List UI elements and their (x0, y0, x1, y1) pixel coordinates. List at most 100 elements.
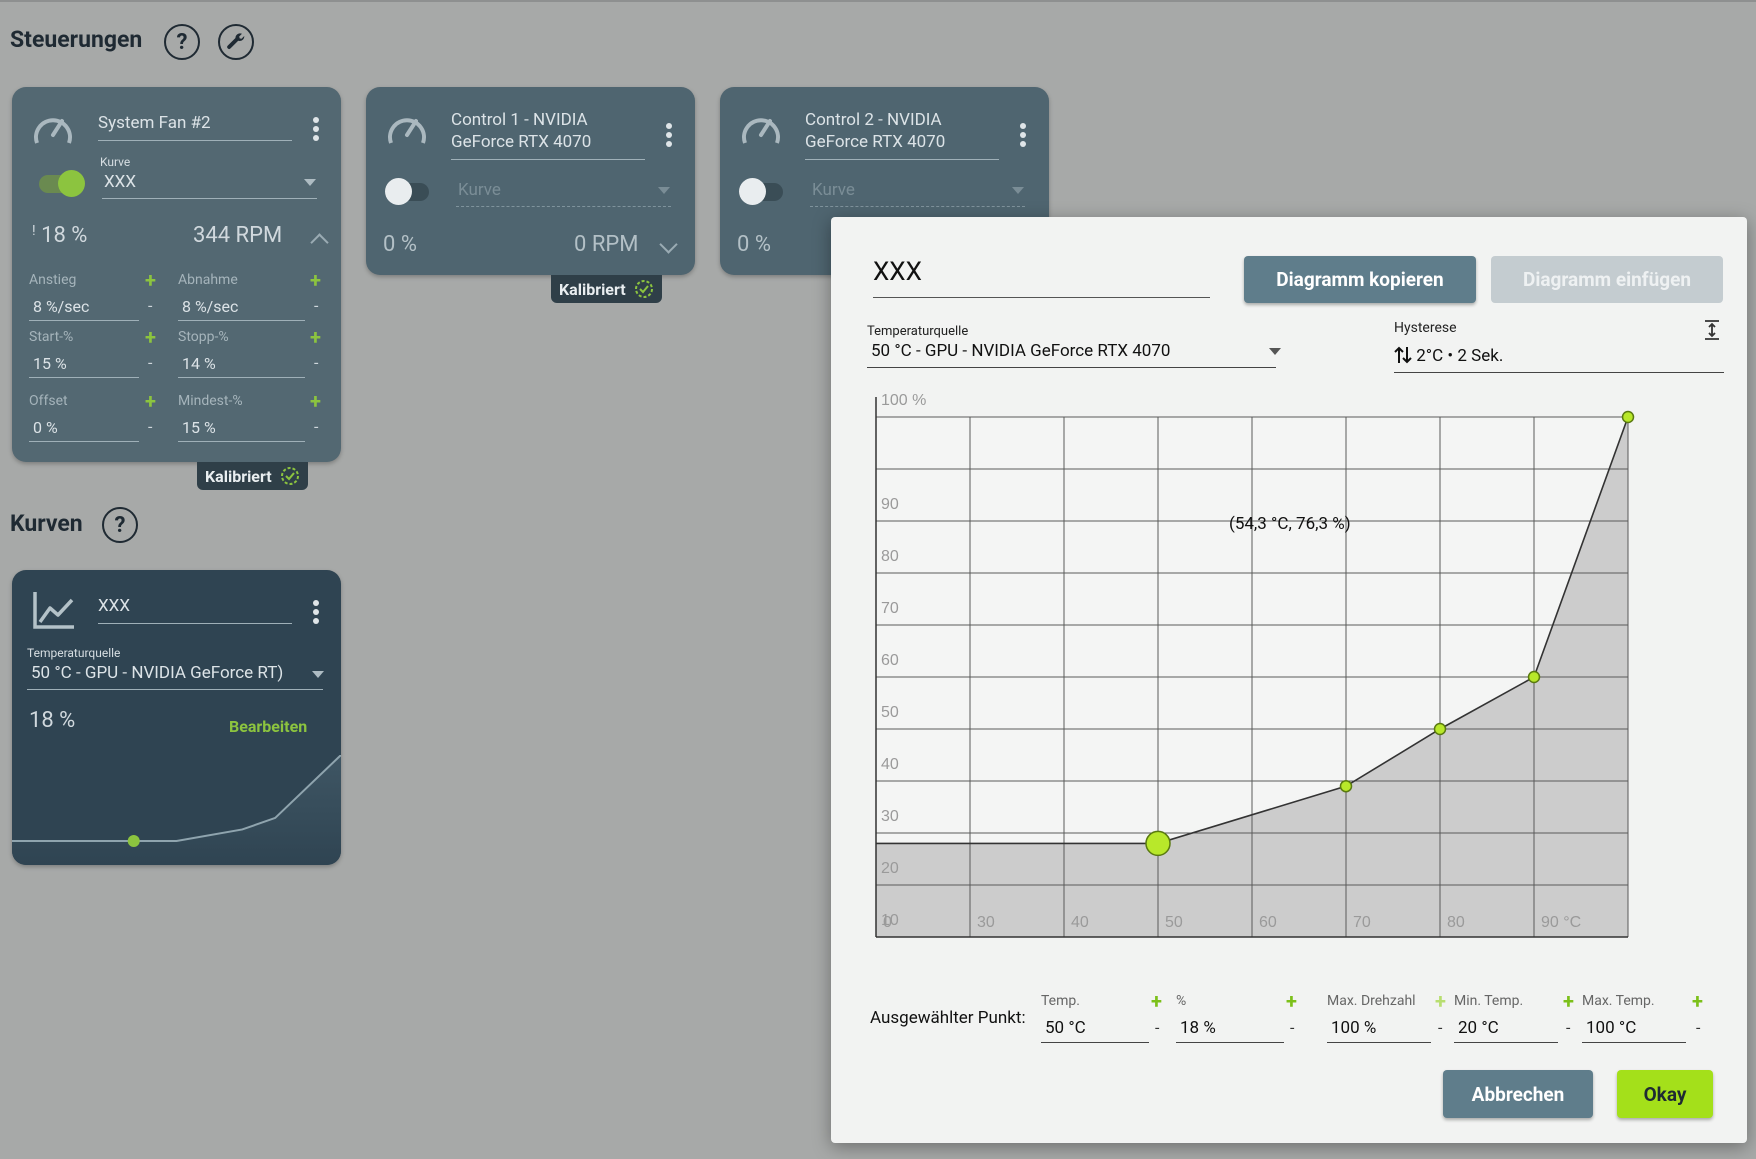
increase-stopp-button[interactable]: + (310, 325, 321, 349)
curve-point[interactable] (1433, 722, 1447, 736)
control-enable-toggle[interactable] (39, 170, 85, 197)
stopp-percent-value: 14 % (182, 354, 216, 373)
x-tick-label: 50 (1165, 914, 1183, 931)
okay-button[interactable]: Okay (1617, 1070, 1713, 1118)
decrease-point-temp-button[interactable]: - (1155, 1018, 1159, 1037)
warning-indicator: ! (32, 223, 36, 239)
increase-point-temp-button[interactable]: + (1151, 989, 1162, 1013)
point-temp-field[interactable]: 50 °C (1041, 1018, 1149, 1043)
curve-point[interactable] (1621, 410, 1635, 424)
rpm-readout: 0 RPM (574, 232, 639, 257)
curve-point[interactable] (1527, 670, 1541, 684)
increase-anstieg-button[interactable]: + (145, 268, 156, 292)
offset-value: 0 % (33, 418, 58, 437)
param-label-stopp: Stopp-% (178, 329, 229, 345)
control-name-input[interactable]: Control 1 - NVIDIA GeForce RTX 4070 (451, 109, 645, 160)
curve-select[interactable]: Kurve (810, 180, 1025, 207)
increase-abnahme-button[interactable]: + (310, 268, 321, 292)
copy-chart-button[interactable]: Diagramm kopieren (1244, 256, 1476, 303)
curve-name-input[interactable]: XXX (873, 257, 1210, 298)
abnahme-field[interactable]: 8 %/sec (178, 297, 305, 321)
fan-curve-chart[interactable]: 102030405060708090100 %0 30 40 50 60 70 80 90 °… (861, 383, 1731, 993)
cancel-button[interactable]: Abbrechen (1443, 1070, 1593, 1118)
expand-chevron-icon[interactable] (659, 235, 678, 254)
wrench-icon (227, 33, 245, 49)
controls-settings-wrench-icon[interactable] (218, 24, 254, 60)
dropdown-caret-icon (658, 187, 670, 194)
hysteresis-field[interactable]: 2°C • 2 Sek. (1394, 345, 1724, 373)
point-temp-value: 50 °C (1045, 1018, 1086, 1038)
offset-field[interactable]: 0 % (29, 418, 139, 442)
increase-min-temp-button[interactable]: + (1563, 989, 1574, 1013)
control-enable-toggle[interactable] (385, 178, 429, 205)
dropdown-caret-icon (312, 671, 324, 678)
toggle-knob (58, 170, 85, 197)
point-percent-field[interactable]: 18 % (1176, 1018, 1284, 1043)
more-options-icon[interactable] (313, 117, 319, 144)
x-tick-label: 0 (883, 914, 892, 931)
temperature-source-select[interactable]: 50 °C - GPU - NVIDIA GeForce RTX 4070 (867, 341, 1276, 368)
curve-select[interactable]: XXX (102, 172, 317, 199)
decrease-start-button[interactable]: - (148, 353, 152, 372)
anstieg-field[interactable]: 8 %/sec (29, 297, 139, 321)
mindest-percent-field[interactable]: 15 % (178, 418, 305, 442)
check-circle-icon (634, 280, 653, 298)
decrease-min-temp-button[interactable]: - (1566, 1018, 1570, 1037)
edit-curve-link[interactable]: Bearbeiten (229, 717, 307, 736)
increase-mindest-button[interactable]: + (310, 389, 321, 413)
paste-chart-button[interactable]: Diagramm einfügen (1491, 256, 1723, 303)
expand-vertical-icon[interactable] (1703, 319, 1721, 341)
x-tick-label: 40 (1071, 914, 1089, 931)
collapse-chevron-icon[interactable] (310, 233, 329, 252)
selected-curve-point[interactable] (1145, 830, 1171, 857)
control-enable-toggle[interactable] (739, 178, 783, 205)
temperature-source-select[interactable]: 50 °C - GPU - NVIDIA GeForce RT) (27, 663, 323, 690)
param-label-abnahme: Abnahme (178, 272, 238, 288)
min-temp-field[interactable]: 20 °C (1454, 1018, 1558, 1043)
start-percent-field[interactable]: 15 % (29, 354, 139, 378)
max-temp-field[interactable]: 100 °C (1582, 1018, 1686, 1043)
max-speed-field[interactable]: 100 % (1327, 1018, 1431, 1043)
decrease-stopp-button[interactable]: - (314, 353, 318, 372)
mindest-percent-value: 15 % (182, 418, 216, 437)
more-options-icon[interactable] (666, 123, 672, 150)
curve-point[interactable] (1339, 779, 1353, 793)
decrease-anstieg-button[interactable]: - (148, 296, 152, 315)
increase-max-speed-button[interactable]: + (1435, 989, 1446, 1013)
decrease-max-temp-button[interactable]: - (1696, 1018, 1700, 1037)
increase-start-button[interactable]: + (145, 325, 156, 349)
decrease-mindest-button[interactable]: - (314, 417, 318, 436)
calibrated-badge-label: Kalibriert (205, 466, 272, 486)
temperature-source-label: Temperaturquelle (27, 646, 121, 660)
dropdown-caret-icon (1012, 187, 1024, 194)
param-label-offset: Offset (29, 393, 68, 409)
curve-name-input[interactable]: XXX (98, 595, 292, 624)
control-name-input[interactable]: Control 2 - NVIDIA GeForce RTX 4070 (805, 109, 999, 160)
x-tick-label: 60 (1259, 914, 1277, 931)
cursor-coordinate-readout: (54,3 °C, 76,3 %) (1229, 514, 1351, 534)
more-options-icon[interactable] (1020, 123, 1026, 150)
curves-help-icon[interactable]: ? (102, 507, 138, 543)
point-temp-label: Temp. (1041, 993, 1080, 1009)
decrease-abnahme-button[interactable]: - (314, 296, 318, 315)
y-tick-label: 80 (881, 548, 899, 565)
increase-max-temp-button[interactable]: + (1692, 989, 1703, 1013)
increase-point-percent-button[interactable]: + (1286, 989, 1297, 1013)
decrease-max-speed-button[interactable]: - (1438, 1018, 1442, 1037)
dropdown-caret-icon (1269, 348, 1281, 355)
stopp-percent-field[interactable]: 14 % (178, 354, 305, 378)
control-name-input[interactable]: System Fan #2 (98, 112, 292, 141)
increase-offset-button[interactable]: + (145, 389, 156, 413)
speedometer-icon (34, 118, 72, 144)
window-top-border (0, 0, 1756, 2)
decrease-point-percent-button[interactable]: - (1290, 1018, 1294, 1037)
curve-select[interactable]: Kurve (456, 180, 671, 207)
controls-section-title: Steuerungen (10, 26, 143, 53)
more-options-icon[interactable] (313, 600, 319, 627)
param-label-start: Start-% (29, 329, 74, 345)
temperature-source-label: Temperaturquelle (867, 324, 969, 339)
control-card-system-fan-2: System Fan #2 Kurve XXX ! 18 % 344 RPM A… (12, 87, 341, 462)
controls-help-icon[interactable]: ? (164, 24, 200, 60)
hysteresis-label: Hysterese (1394, 320, 1457, 336)
decrease-offset-button[interactable]: - (148, 417, 152, 436)
